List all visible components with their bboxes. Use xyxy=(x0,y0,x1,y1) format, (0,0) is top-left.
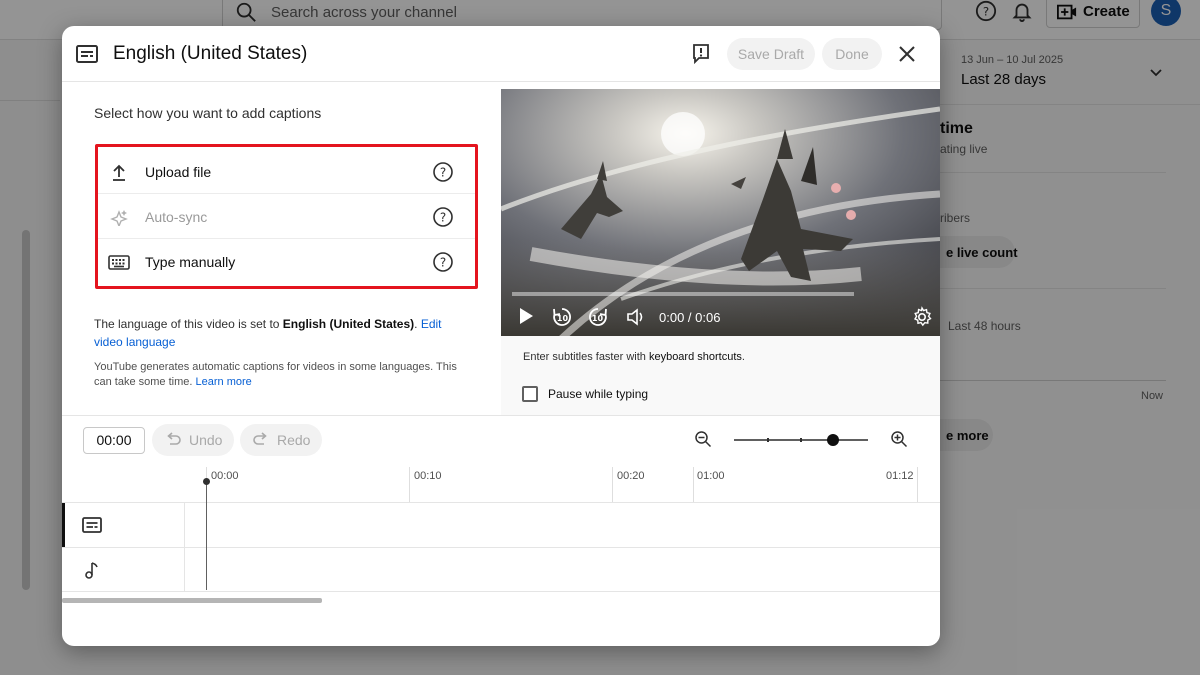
keyboard-shortcuts-note: Enter subtitles faster with keyboard sho… xyxy=(523,351,745,363)
learn-more-link[interactable]: Learn more xyxy=(196,376,252,388)
keyboard-shortcuts-link[interactable]: keyboard shortcuts xyxy=(649,351,742,363)
svg-text:10: 10 xyxy=(557,314,569,323)
timeline-toolbar: 00:00 Undo Redo xyxy=(62,415,940,467)
redo-label: Redo xyxy=(277,432,311,448)
music-note-icon xyxy=(85,562,98,579)
video-language-note: The language of this video is set to Eng… xyxy=(94,317,442,349)
subtitles-icon xyxy=(76,45,98,63)
redo-button[interactable]: Redo xyxy=(240,424,322,456)
help-icon[interactable]: ? xyxy=(432,161,454,183)
tick-label: 00:10 xyxy=(414,470,442,482)
tick-line xyxy=(612,467,613,503)
pause-while-typing-label[interactable]: Pause while typing xyxy=(548,387,648,401)
help-icon[interactable]: ? xyxy=(432,251,454,273)
active-track-marker xyxy=(62,503,65,547)
current-time-input[interactable]: 00:00 xyxy=(83,427,145,454)
video-frame-jets xyxy=(501,89,940,336)
method-heading: Select how you want to add captions xyxy=(94,105,322,121)
volume-icon[interactable] xyxy=(625,306,647,328)
track-header xyxy=(62,548,185,592)
settings-gear-icon[interactable] xyxy=(911,306,933,328)
help-icon[interactable]: ? xyxy=(432,206,454,228)
typing-options-panel: Enter subtitles faster with keyboard sho… xyxy=(501,336,940,415)
caption-method-panel: Select how you want to add captions Uplo… xyxy=(62,83,500,415)
keyboard-icon xyxy=(108,255,130,270)
svg-text:?: ? xyxy=(440,256,446,270)
tick-line xyxy=(693,467,694,503)
tick-label: 00:20 xyxy=(617,470,645,482)
timeline-ruler[interactable]: 00:00 00:10 00:20 01:00 01:12 xyxy=(62,467,940,503)
svg-text:?: ? xyxy=(440,211,446,225)
auto-sync-option[interactable]: Auto-sync ? xyxy=(98,195,475,239)
audio-track[interactable] xyxy=(62,547,940,592)
undo-label: Undo xyxy=(189,432,223,448)
video-language-value: English (United States) xyxy=(282,317,415,331)
subtitles-icon xyxy=(82,517,102,533)
video-time-display: 0:00 / 0:06 xyxy=(659,310,721,325)
zoom-in-icon[interactable] xyxy=(890,430,908,448)
track-header xyxy=(62,503,185,547)
timeline-scrollbar[interactable] xyxy=(62,598,322,603)
pause-while-typing-checkbox[interactable] xyxy=(522,386,538,402)
tick-line xyxy=(409,467,410,503)
subtitles-track[interactable] xyxy=(62,502,940,547)
playhead[interactable] xyxy=(206,481,207,590)
close-icon[interactable] xyxy=(896,43,918,65)
tick-label: 01:00 xyxy=(697,470,725,482)
zoom-slider-thumb[interactable] xyxy=(827,434,840,446)
timeline-tracks xyxy=(62,502,940,592)
zoom-tick xyxy=(767,438,769,442)
tick-label: 00:00 xyxy=(211,470,239,482)
save-draft-button[interactable]: Save Draft xyxy=(727,38,815,70)
feedback-icon[interactable] xyxy=(692,43,710,65)
auto-captions-note: YouTube generates automatic captions for… xyxy=(94,361,457,388)
auto-sync-label: Auto-sync xyxy=(145,209,208,225)
dialog-header: English (United States) Save Draft Done xyxy=(62,26,940,82)
playhead-handle[interactable] xyxy=(203,478,210,485)
type-manually-option[interactable]: Type manually ? xyxy=(98,240,475,284)
tick-label: 01:12 xyxy=(886,470,914,482)
redo-icon xyxy=(253,432,267,445)
video-player[interactable]: 10 10 0:00 / 0:06 xyxy=(501,89,940,336)
video-progress-bar[interactable] xyxy=(512,292,854,296)
sparkle-icon xyxy=(110,210,128,226)
rewind-10-icon[interactable]: 10 xyxy=(551,306,573,328)
zoom-out-icon[interactable] xyxy=(694,430,712,448)
zoom-tick xyxy=(800,438,802,442)
svg-text:?: ? xyxy=(440,166,446,180)
upload-file-label: Upload file xyxy=(145,164,212,180)
tick-line xyxy=(917,467,918,503)
undo-button[interactable]: Undo xyxy=(152,424,234,456)
upload-file-option[interactable]: Upload file ? xyxy=(98,150,475,194)
upload-icon xyxy=(113,164,125,181)
undo-icon xyxy=(167,432,181,445)
captions-editor-dialog: English (United States) Save Draft Done … xyxy=(62,26,940,646)
play-icon[interactable] xyxy=(517,306,535,326)
type-manually-label: Type manually xyxy=(145,254,236,270)
done-button[interactable]: Done xyxy=(822,38,882,70)
dialog-title: English (United States) xyxy=(113,43,308,64)
svg-text:10: 10 xyxy=(592,314,604,323)
forward-10-icon[interactable]: 10 xyxy=(587,306,609,328)
